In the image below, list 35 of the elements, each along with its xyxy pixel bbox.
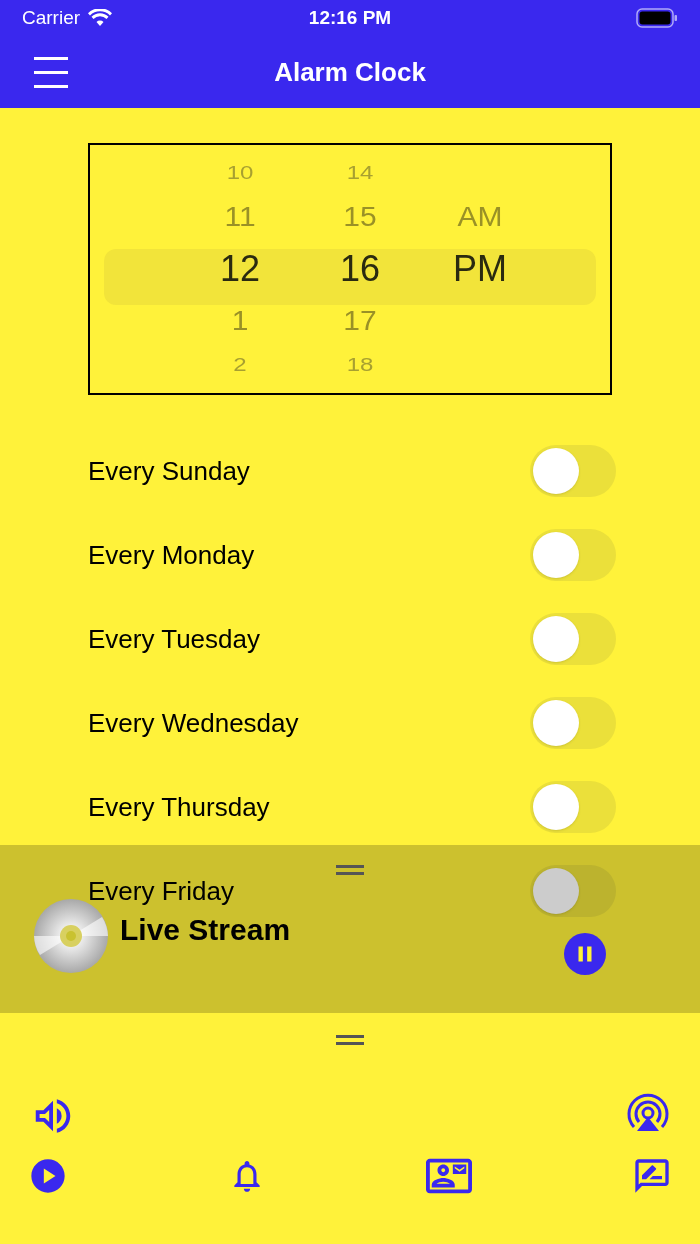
battery-icon (636, 8, 678, 28)
toggle-switch[interactable] (530, 529, 616, 581)
toggle-switch[interactable] (530, 445, 616, 497)
repeat-day-label: Every Monday (88, 538, 255, 572)
toggle-switch[interactable] (530, 865, 616, 917)
picker-value[interactable]: 1 (231, 297, 249, 345)
repeat-day-label: Every Wednesday (88, 706, 299, 740)
picker-value[interactable]: 15 (343, 193, 377, 241)
picker-value[interactable]: 12 (219, 243, 260, 295)
picker-value[interactable]: AM (457, 193, 503, 241)
drag-handle-icon[interactable] (336, 865, 364, 875)
stream-title: Live Stream (120, 913, 291, 947)
toggle-switch[interactable] (530, 781, 616, 833)
picker-value[interactable]: 16 (339, 243, 380, 295)
picker-value[interactable]: 11 (224, 193, 256, 241)
drag-handle-icon[interactable] (336, 1035, 364, 1045)
repeat-day-label: Every Friday (88, 874, 234, 908)
repeat-day-label: Every Tuesday (88, 622, 260, 656)
picker-value[interactable]: 2 (233, 351, 247, 379)
toggle-switch[interactable] (530, 697, 616, 749)
picker-value[interactable]: 14 (346, 159, 374, 187)
picker-value[interactable]: 18 (346, 351, 374, 379)
status-time: 12:16 PM (308, 5, 392, 30)
repeat-day-label: Every Sunday (88, 454, 250, 488)
carrier-name: Carrier (22, 5, 81, 30)
picker-value[interactable]: PM (453, 243, 507, 295)
wifi-icon (88, 9, 113, 27)
pause-button[interactable] (564, 933, 606, 975)
menu-icon[interactable] (34, 55, 68, 89)
nav-title: Alarm Clock (274, 55, 426, 89)
repeat-day-label: Every Thursday (88, 790, 270, 824)
picker-value[interactable]: 17 (343, 297, 377, 345)
picker-value[interactable]: 10 (226, 159, 254, 187)
toggle-switch[interactable] (530, 613, 616, 665)
play-icon[interactable] (28, 1156, 68, 1196)
